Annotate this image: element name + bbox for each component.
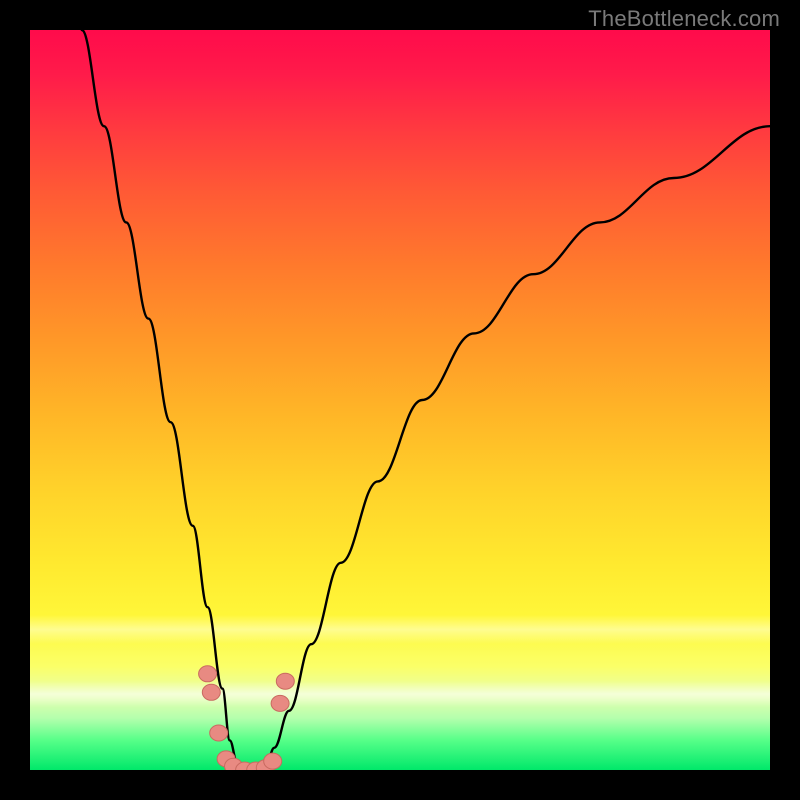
curve-marker	[271, 695, 289, 711]
chart-frame: TheBottleneck.com	[0, 0, 800, 800]
attribution-text: TheBottleneck.com	[588, 6, 780, 32]
bottleneck-curve	[82, 30, 770, 770]
curve-marker	[264, 753, 282, 769]
curve-layer	[30, 30, 770, 770]
marker-group	[199, 666, 295, 770]
curve-marker	[210, 725, 228, 741]
curve-marker	[199, 666, 217, 682]
curve-marker	[276, 673, 294, 689]
curve-marker	[202, 684, 220, 700]
